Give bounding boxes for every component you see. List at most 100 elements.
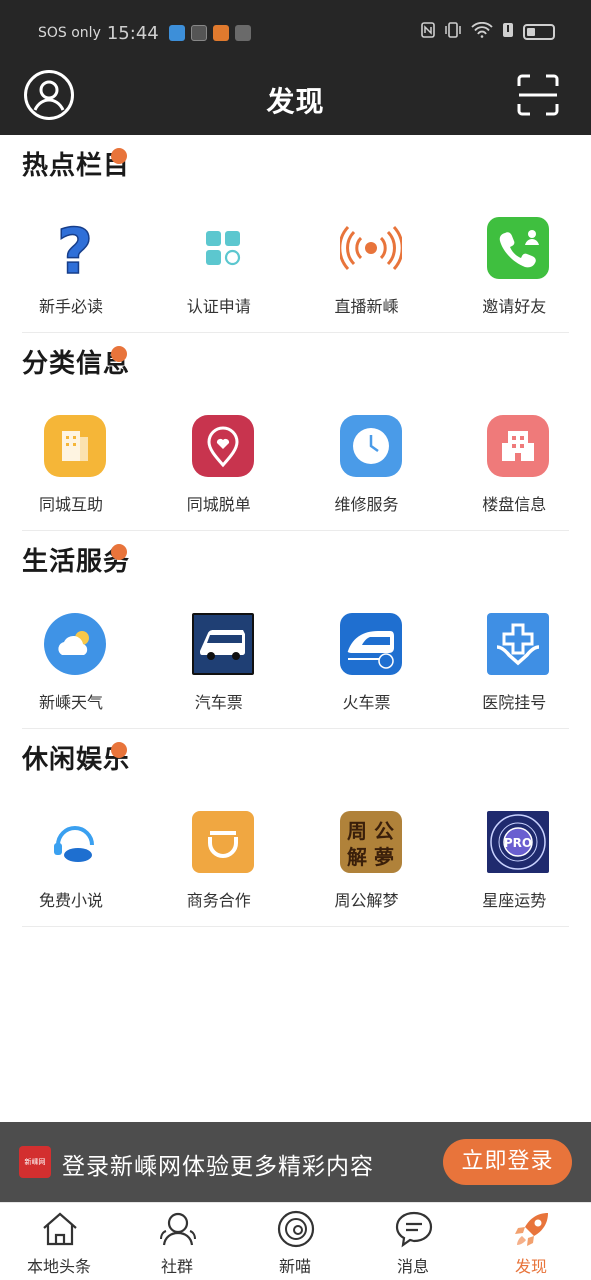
news-notification-icon xyxy=(212,25,229,41)
grid-item-label: 商务合作 xyxy=(186,891,251,910)
section-hot-topics: 热点栏目 ? 新手必读 认证申请 直播新嵊 邀请好友 xyxy=(0,135,591,333)
grid-item-hospital-registration[interactable]: 医院挂号 xyxy=(443,613,591,723)
weather-icon xyxy=(44,613,106,675)
grid-item-label: 维修服务 xyxy=(334,495,399,514)
grid-item-repair-service[interactable]: 维修服务 xyxy=(296,415,444,525)
grid-item-label: 星座运势 xyxy=(482,891,547,910)
tab-local-headlines[interactable]: 本地头条 xyxy=(0,1203,118,1280)
home-icon xyxy=(43,1212,77,1246)
question-mark-icon: ? xyxy=(44,214,106,289)
zodiac-icon: PRO xyxy=(487,811,550,873)
building-help-icon xyxy=(44,415,106,477)
status-left: SOS only 15:44 xyxy=(38,20,251,46)
grid-apps-icon xyxy=(192,217,254,279)
tab-label: 新喵 xyxy=(278,1257,311,1276)
grid-item-label: 同城互助 xyxy=(38,495,103,514)
message-icon xyxy=(395,1211,433,1248)
grid-item-local-dating[interactable]: 同城脱单 xyxy=(148,415,296,525)
dream-char: 周 xyxy=(347,819,367,843)
tab-label: 本地头条 xyxy=(26,1257,91,1276)
dream-icon: 周 公 解 夢 xyxy=(339,811,402,873)
grid-item-label: 火车票 xyxy=(342,693,391,712)
grid-item-dream-interpretation[interactable]: 周 公 解 夢 周公解梦 xyxy=(296,811,444,921)
grid-item-horoscope[interactable]: PRO 星座运势 xyxy=(443,811,591,921)
bottom-tab-bar: 本地头条 社群 新喵 消息 发现 xyxy=(0,1202,591,1280)
battery-icon xyxy=(523,24,555,40)
section-grid: 免费小说 商务合作 周 公 解 夢 周公解梦 PRO 星座运势 xyxy=(0,811,591,921)
dream-char: 解 xyxy=(347,845,367,869)
tab-messages[interactable]: 消息 xyxy=(354,1203,472,1280)
nfc-icon xyxy=(421,22,435,42)
section-classified: 分类信息 同城互助 同城脱单 维修服务 楼盘信息 xyxy=(0,333,591,531)
grid-item-label: 新嵊天气 xyxy=(38,693,103,712)
section-grid: 新嵊天气 汽车票 火车票 医院挂号 xyxy=(0,613,591,723)
grid-item-bus-ticket[interactable]: 汽车票 xyxy=(148,613,296,723)
dream-char: 夢 xyxy=(374,845,394,869)
page-title: 发现 xyxy=(266,85,325,118)
grid-item-invite-friends[interactable]: 邀请好友 xyxy=(443,217,591,327)
tab-label: 消息 xyxy=(396,1257,429,1276)
login-button[interactable]: 立即登录 xyxy=(443,1139,572,1185)
grid-item-label: 邀请好友 xyxy=(482,297,547,316)
section-divider xyxy=(22,926,569,927)
rocket-icon xyxy=(515,1213,548,1246)
heart-location-icon xyxy=(191,415,254,477)
tab-label: 社群 xyxy=(160,1257,193,1276)
train-icon xyxy=(339,613,402,675)
live-broadcast-icon xyxy=(337,217,404,279)
tab-label: 发现 xyxy=(514,1257,547,1276)
upload-notification-icon xyxy=(190,25,207,41)
section-badge-dot xyxy=(111,742,127,758)
section-leisure: 休闲娱乐 免费小说 商务合作 周 公 解 夢 周公解梦 PRO 星座运势 xyxy=(0,729,591,927)
grid-item-train-ticket[interactable]: 火车票 xyxy=(296,613,444,723)
dream-char: 公 xyxy=(374,819,394,843)
grid-item-certification[interactable]: 认证申请 xyxy=(148,217,296,327)
status-right xyxy=(421,21,555,42)
status-bar: SOS only 15:44 xyxy=(0,0,591,66)
grid-item-label: 直播新嵊 xyxy=(334,297,399,316)
svg-text:?: ? xyxy=(57,217,93,279)
section-grid: ? 新手必读 认证申请 直播新嵊 邀请好友 xyxy=(0,214,591,327)
grid-item-label: 免费小说 xyxy=(38,891,103,910)
section-life-services: 生活服务 新嵊天气 汽车票 火车票 医院挂号 xyxy=(0,531,591,729)
grid-item-label: 汽车票 xyxy=(194,693,243,712)
section-badge-dot xyxy=(111,148,127,164)
headset-icon xyxy=(44,811,106,873)
game-notification-icon xyxy=(234,25,251,41)
section-badge-dot xyxy=(111,544,127,560)
hospital-icon xyxy=(487,613,550,675)
grid-item-property-info[interactable]: 楼盘信息 xyxy=(443,415,591,525)
login-prompt-text: 登录新嵊网体验更多精彩内容 xyxy=(62,1154,374,1180)
clock-repair-icon xyxy=(339,415,402,477)
scan-button[interactable] xyxy=(517,74,559,116)
site-logo: 新嵊网 xyxy=(19,1146,51,1178)
grid-item-label: 医院挂号 xyxy=(482,693,547,712)
section-grid: 同城互助 同城脱单 维修服务 楼盘信息 xyxy=(0,415,591,525)
vibrate-icon xyxy=(444,22,462,42)
carrier-text: SOS only xyxy=(38,25,101,41)
building-icon xyxy=(487,415,550,477)
grid-item-live-broadcast[interactable]: 直播新嵊 xyxy=(296,217,444,327)
grid-item-weather[interactable]: 新嵊天气 xyxy=(0,613,148,723)
grid-item-business-cooperation[interactable]: 商务合作 xyxy=(148,811,296,921)
grid-item-newbie-guide[interactable]: ? 新手必读 xyxy=(0,214,148,327)
grid-item-label: 认证申请 xyxy=(186,297,251,316)
phone-invite-icon xyxy=(487,217,550,279)
tab-community[interactable]: 社群 xyxy=(118,1203,236,1280)
wifi-icon xyxy=(471,21,493,42)
app-notification-icon xyxy=(168,25,185,41)
grid-item-label: 新手必读 xyxy=(38,297,103,316)
login-banner: 新嵊网 登录新嵊网体验更多精彩内容 立即登录 xyxy=(0,1122,591,1202)
app-header: 发现 xyxy=(0,66,591,135)
grid-item-free-novels[interactable]: 免费小说 xyxy=(0,811,148,921)
status-time: 15:44 xyxy=(106,22,159,44)
planet-icon xyxy=(277,1210,315,1248)
grid-item-label: 同城脱单 xyxy=(186,495,251,514)
tab-xinmiao[interactable]: 新喵 xyxy=(236,1203,354,1280)
grid-item-label: 周公解梦 xyxy=(334,891,399,910)
section-badge-dot xyxy=(111,346,127,362)
tab-discover[interactable]: 发现 xyxy=(472,1203,590,1280)
grid-item-local-help[interactable]: 同城互助 xyxy=(0,415,148,525)
zodiac-pro-text: PRO xyxy=(504,836,532,850)
grid-item-label: 楼盘信息 xyxy=(482,495,547,514)
